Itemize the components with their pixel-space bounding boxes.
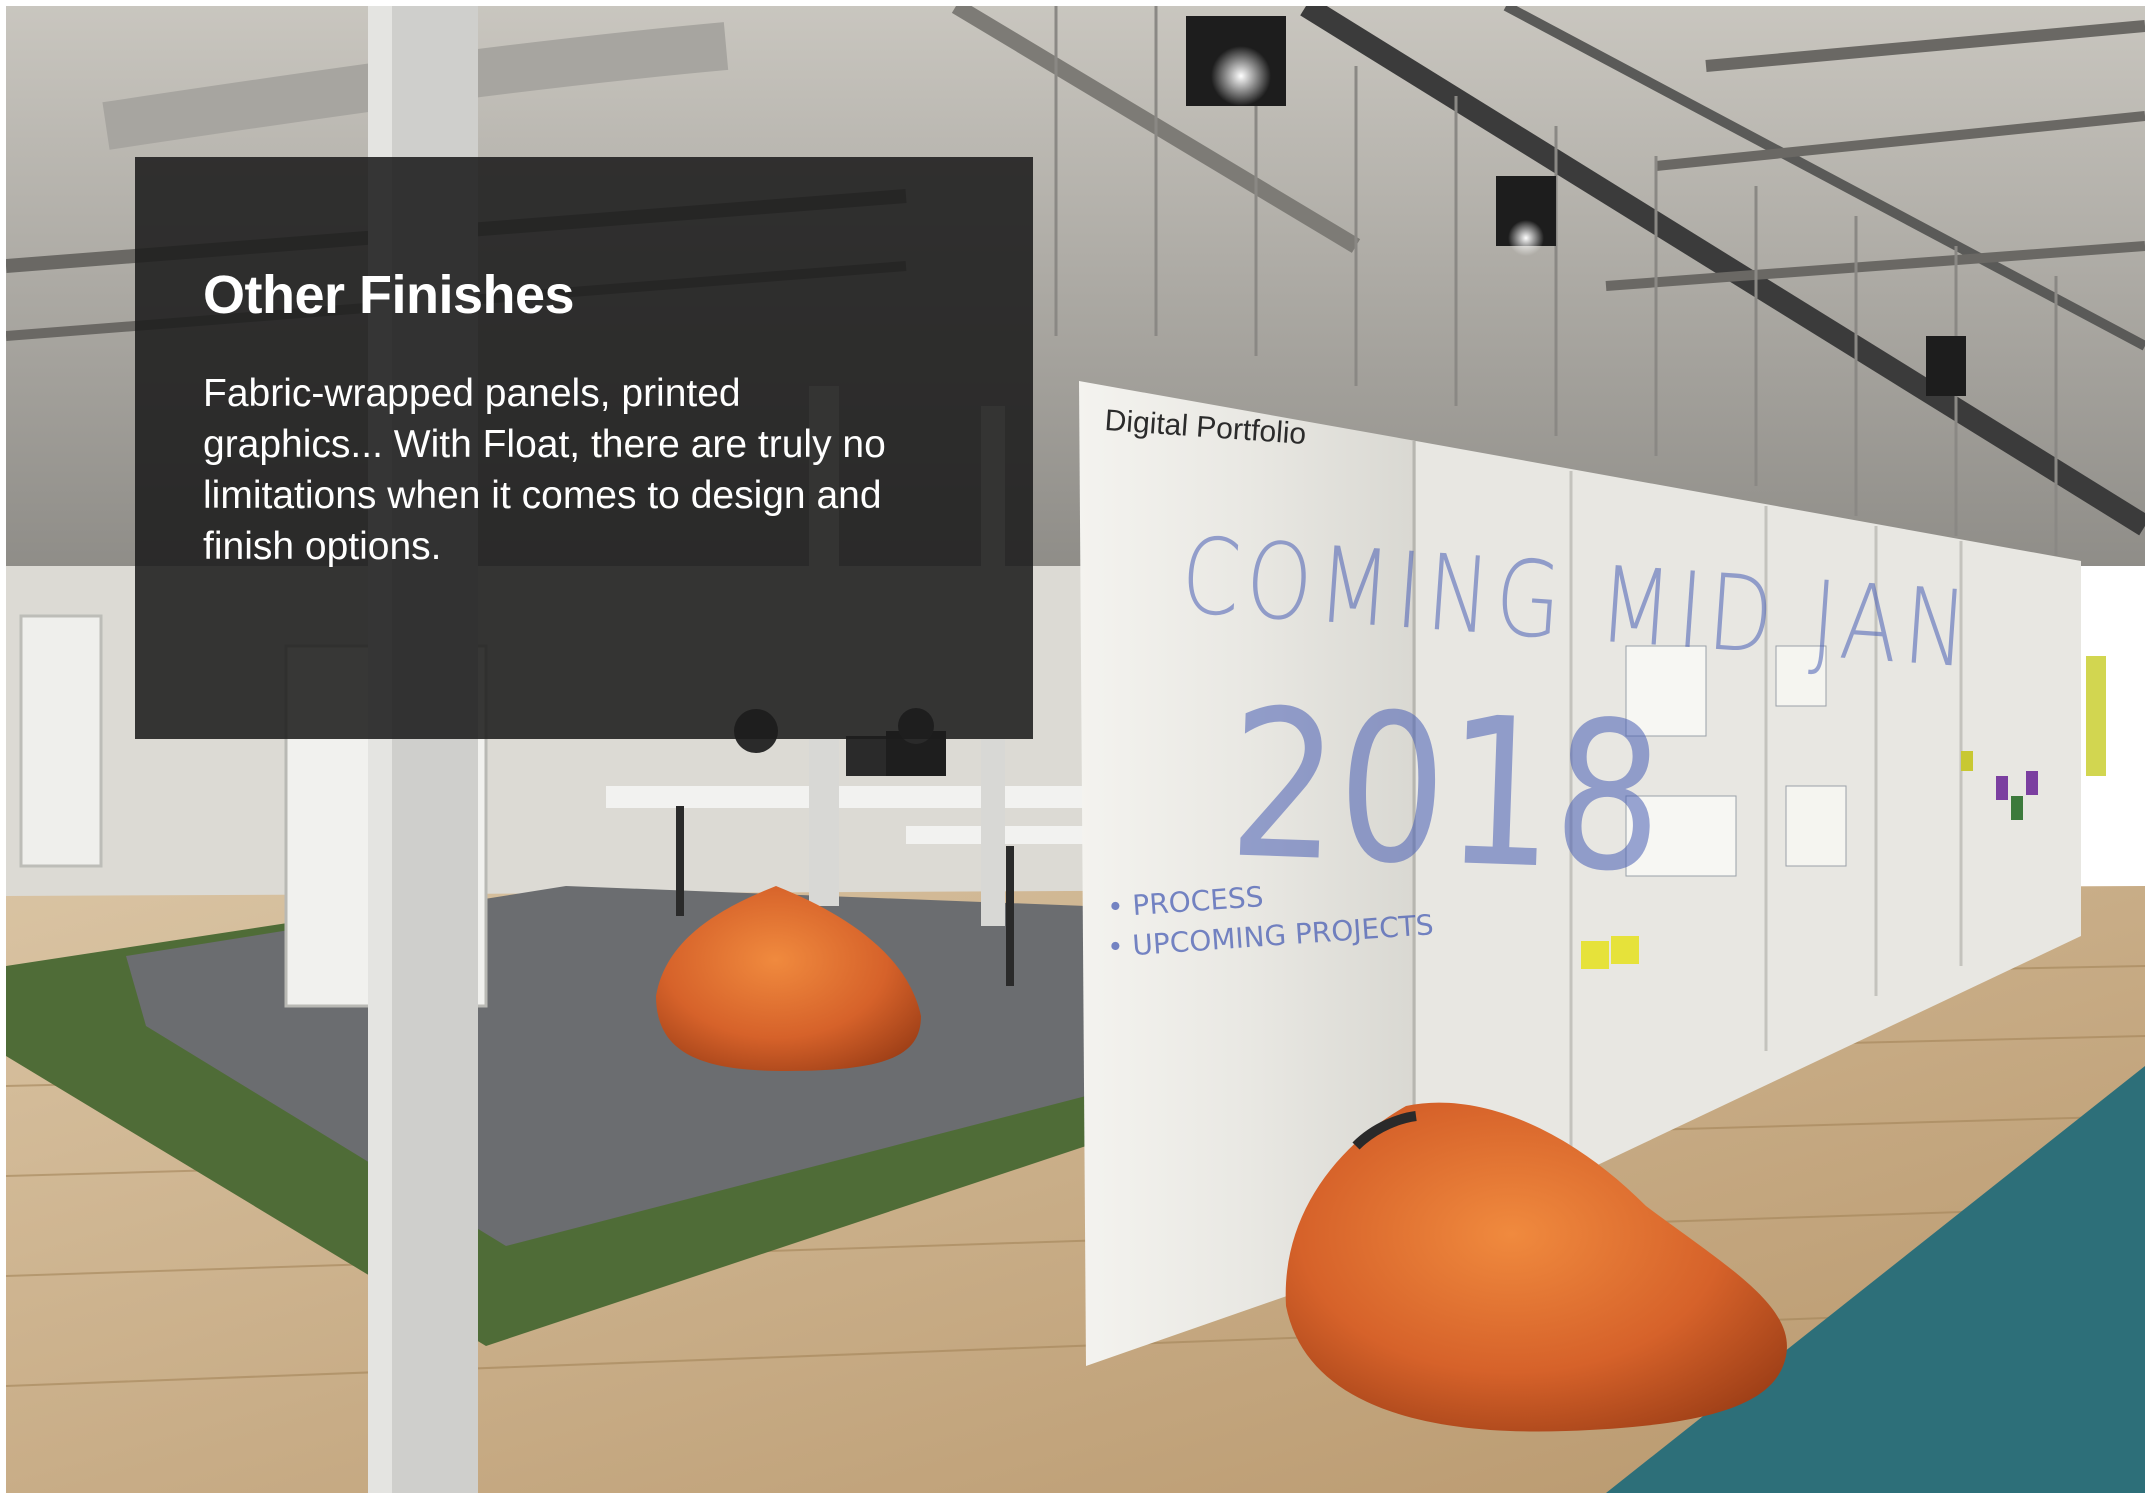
caption-title: Other Finishes bbox=[203, 265, 575, 325]
caption-overlay: Other Finishes Fabric-wrapped panels, pr… bbox=[135, 157, 1033, 739]
handwriting-year: 2018 bbox=[1225, 666, 1667, 919]
caption-body: Fabric-wrapped panels, printed graphics.… bbox=[203, 372, 886, 568]
